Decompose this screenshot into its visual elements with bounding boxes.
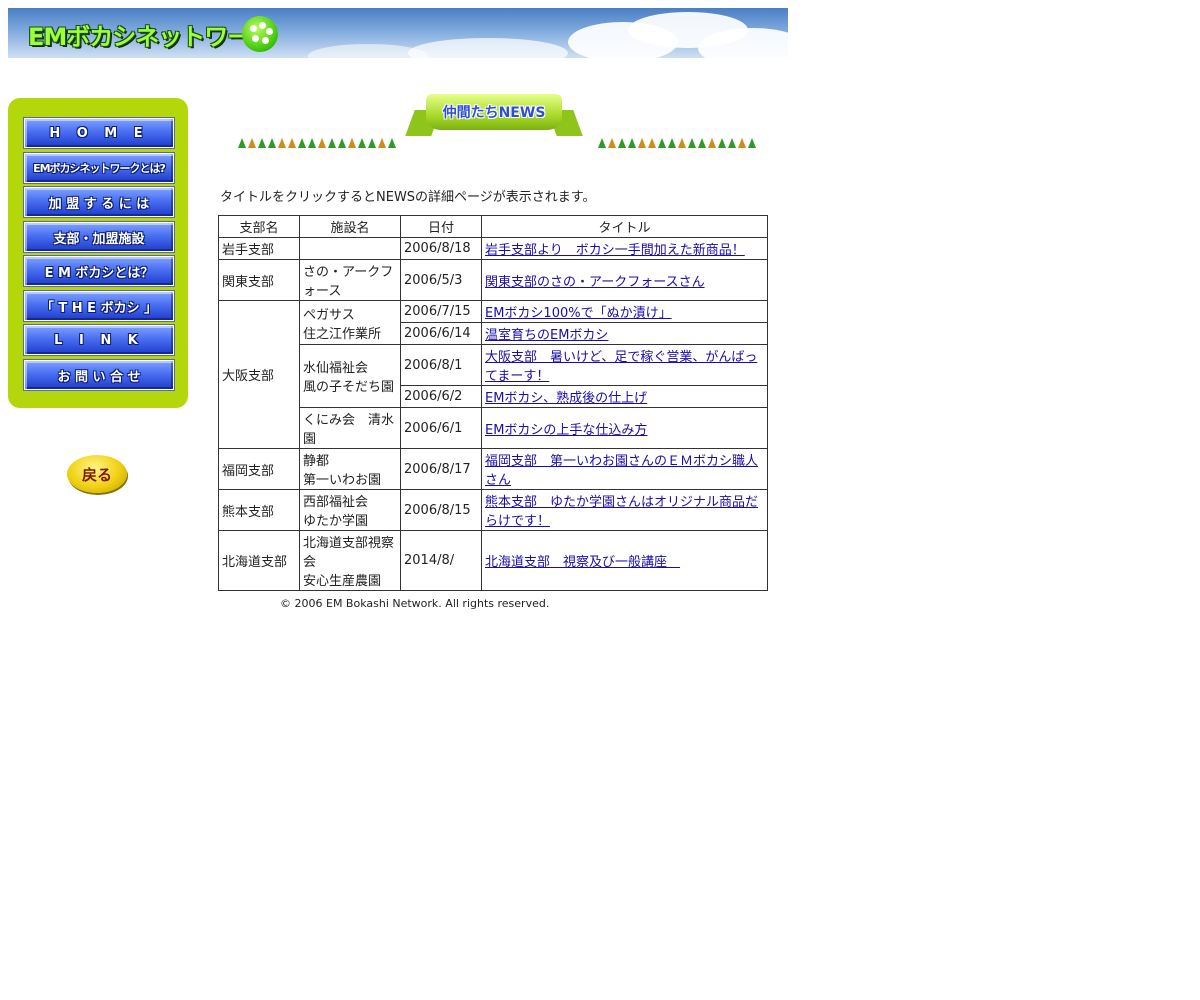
date-cell: 2006/6/2 [400,385,482,408]
news-title-link[interactable]: 福岡支部 第一いわお園さんのＥＭボカシ職人さん [485,454,758,488]
table-row: 大阪支部 ペガサス 住之江作業所 2006/7/15 EMボカシ100%で「ぬか… [218,300,768,449]
news-title-link[interactable]: 岩手支部より ボカシ一手間加えた新商品！ [485,243,745,258]
date-cell: 2006/6/1 [400,407,482,449]
table-row: 熊本支部 西部福祉会 ゆたか学園 2006/8/15 熊本支部 ゆたか学園さんは… [218,489,768,531]
tree-decoration-left [238,134,396,148]
table-row: 関東支部 さの・アークフォース 2006/5/3 関東支部のさの・アークフォース… [218,259,768,301]
column-header: 支部名 [218,215,300,238]
nav-the-bokashi-button[interactable]: 「 T H E ボカシ 」 [23,290,175,322]
table-row: 北海道支部 北海道支部視察会 安心生産農園 2014/8/ 北海道支部 視察及び… [218,530,768,591]
date-cell: 2006/7/15 [400,300,482,323]
facility-cell: 静都 第一いわお園 [299,448,401,490]
date-cell: 2006/8/17 [400,448,482,490]
logo-ball-icon [242,16,278,52]
branch-cell: 岩手支部 [218,237,300,260]
facility-cell: 水仙福祉会 風の子そだち園 [299,344,401,408]
header-banner: EMボカシネットワーク [8,8,788,58]
facility-cell [299,237,401,260]
sidebar-nav: H O M E EMボカシネットワークとは? 加 盟 す る に は 支部・加盟… [8,98,188,408]
branch-cell: 大阪支部 [218,300,300,449]
facility-cell: 北海道支部視察会 安心生産農園 [299,530,401,591]
nav-home-button[interactable]: H O M E [23,117,175,149]
nav-join-button[interactable]: 加 盟 す る に は [23,186,175,218]
table-row: 岩手支部 2006/8/18 岩手支部より ボカシ一手間加えた新商品！ [218,237,768,260]
branch-cell: 関東支部 [218,259,300,301]
nav-branches-button[interactable]: 支部・加盟施設 [23,221,175,253]
date-cell: 2006/8/1 [400,344,482,386]
site-logo-text: EMボカシネットワーク [28,23,274,51]
table-row: 福岡支部 静都 第一いわお園 2006/8/17 福岡支部 第一いわお園さんのＥ… [218,448,768,490]
facility-cell: 西部福祉会 ゆたか学園 [299,489,401,531]
branch-cell: 北海道支部 [218,530,300,591]
news-title-link[interactable]: EMボカシの上手な仕込み方 [485,423,647,438]
news-title-link[interactable]: EMボカシ、熟成後の仕上げ [485,391,647,406]
cloud-decoration [408,38,568,58]
news-title-link[interactable]: 大阪支部 暑いけど、足で稼ぐ営業、がんばってまーす！ [485,350,757,384]
branch-cell: 福岡支部 [218,448,300,490]
column-header: 日付 [400,215,482,238]
news-table: 支部名 施設名 日付 タイトル 岩手支部 2006/8/18 岩手支部より ボカ… [218,215,768,591]
nav-contact-button[interactable]: お 問 い 合 せ [23,359,175,391]
date-cell: 2006/8/15 [400,489,482,531]
news-title-ribbon: 仲間たちNEWS [405,92,583,142]
date-cell: 2006/8/18 [400,237,482,260]
tree-decoration-right [598,134,756,148]
date-cell: 2014/8/ [400,530,482,591]
nav-about-bokashi-button[interactable]: E M ボカシとは？ [23,255,175,287]
news-title-link[interactable]: 北海道支部 視察及び一般講座 [485,555,680,570]
copyright-footer: © 2006 EM Bokashi Network. All rights re… [280,597,550,610]
news-title-link[interactable]: 関東支部のさの・アークフォースさん [485,275,705,290]
column-header: 施設名 [299,215,401,238]
news-title: 仲間たちNEWS [426,94,562,130]
table-row: 水仙福祉会 風の子そだち園 2006/8/1 大阪支部 暑いけど、足で稼ぐ営業、… [219,344,768,408]
table-row: くにみ会 清水園 2006/6/1 EMボカシの上手な仕込み方 [219,407,768,449]
table-header-row: 支部名 施設名 日付 タイトル [218,215,768,238]
cloud-decoration [308,44,428,58]
branch-cell: 熊本支部 [218,489,300,531]
nav-about-network-button[interactable]: EMボカシネットワークとは? [23,152,175,184]
nav-link-button[interactable]: L I N K [23,324,175,356]
facility-cell: ペガサス 住之江作業所 [299,300,401,345]
column-header: タイトル [481,215,768,238]
date-cell: 2006/5/3 [400,259,482,301]
back-button[interactable]: 戻る [67,455,127,493]
facility-cell: さの・アークフォース [299,259,401,301]
news-title-link[interactable]: 温室育ちのEMボカシ [485,328,608,343]
intro-text: タイトルをクリックするとNEWSの詳細ページが表示されます。 [220,190,596,205]
news-title-link[interactable]: 熊本支部 ゆたか学園さんはオリジナル商品だらけです！ [485,495,758,529]
news-title-link[interactable]: EMボカシ100%で「ぬか漬け」 [485,306,672,321]
facility-cell: くにみ会 清水園 [299,407,401,449]
date-cell: 2006/6/14 [400,322,482,345]
